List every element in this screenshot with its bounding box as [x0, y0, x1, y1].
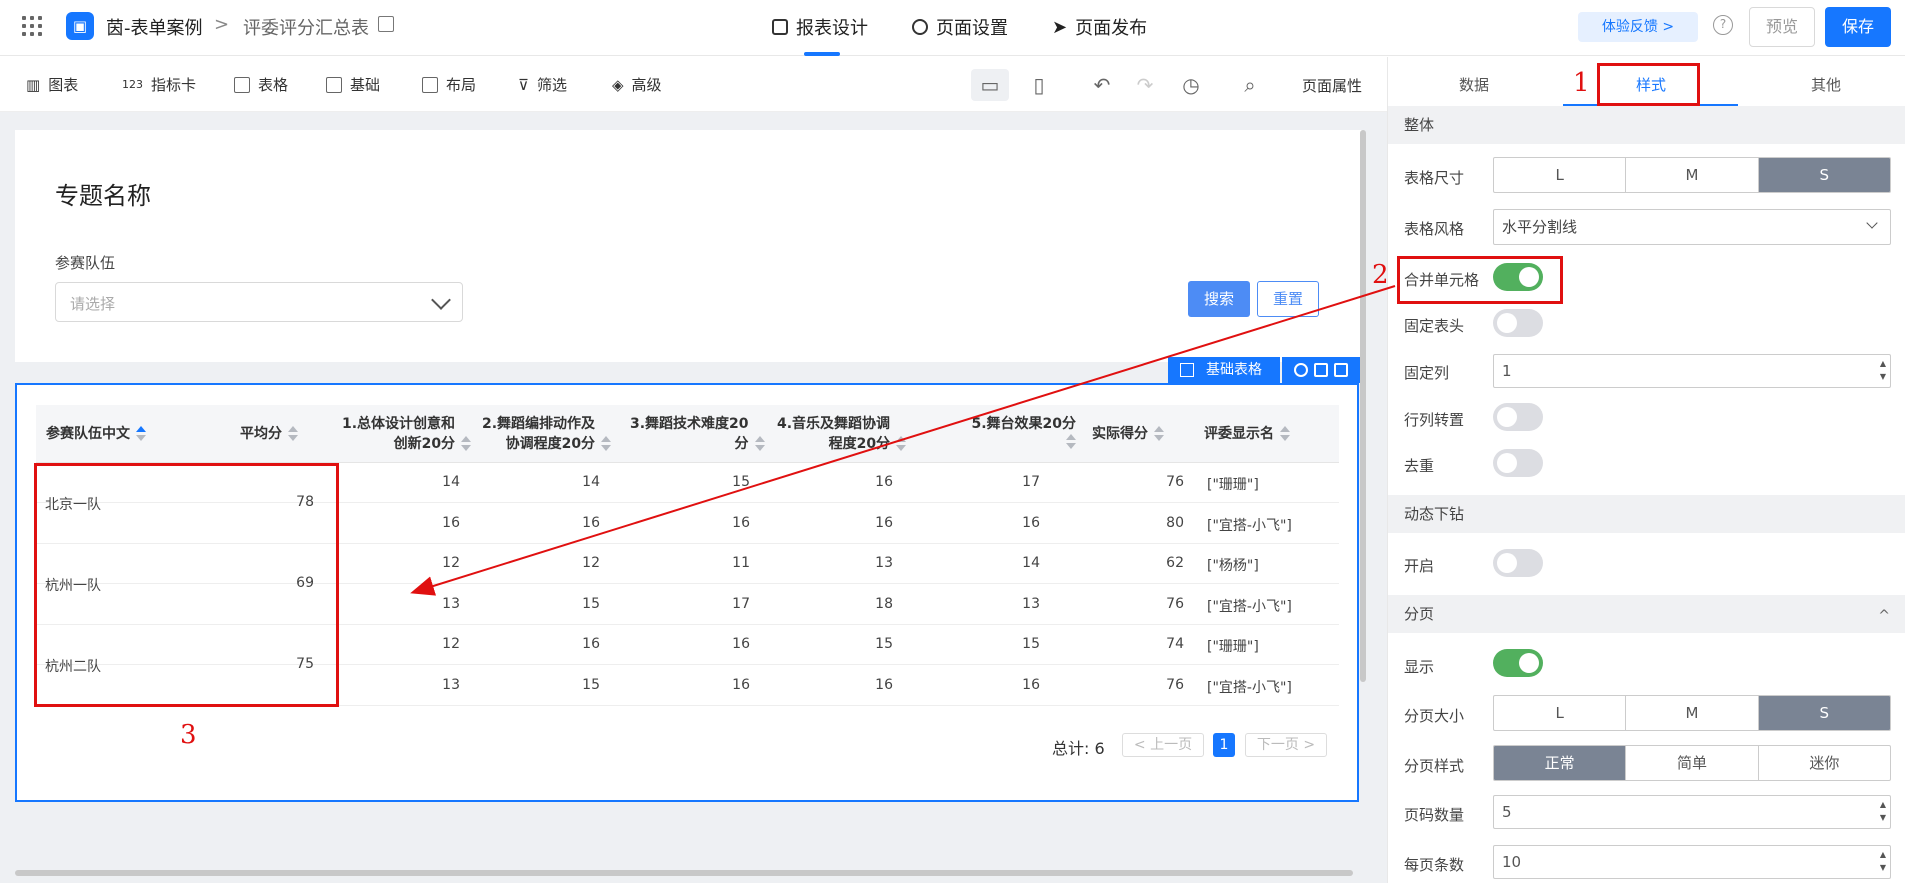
annotation-arrow — [410, 285, 1396, 596]
